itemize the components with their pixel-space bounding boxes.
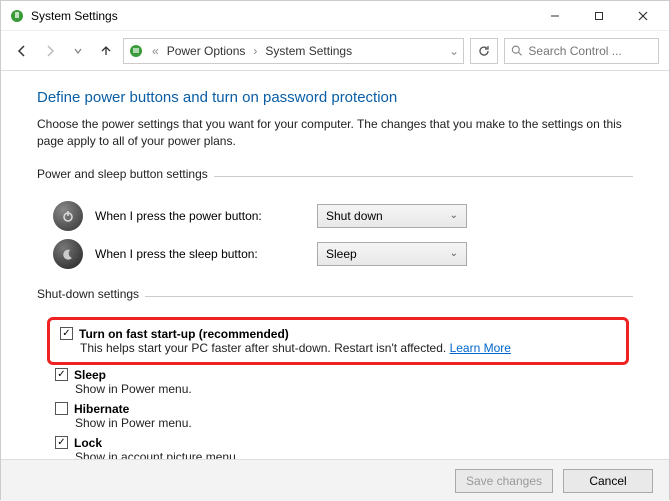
breadcrumb-sep-icon: « [150,44,161,58]
up-button[interactable] [95,40,117,62]
sleep-title: Sleep [74,368,106,382]
section-shutdown-label: Shut-down settings [37,287,139,301]
power-button-label: When I press the power button: [95,209,305,223]
address-bar[interactable]: « Power Options › System Settings ⌄ [123,38,464,64]
divider [145,296,633,297]
section-power-sleep-label: Power and sleep button settings [37,167,208,181]
chevron-down-icon[interactable]: ⌄ [449,44,459,58]
lock-checkbox[interactable]: ✓ [55,436,68,449]
sleep-item: ✓ Sleep Show in Power menu. [37,365,633,399]
content-area: Define power buttons and turn on passwor… [1,71,669,459]
hibernate-title: Hibernate [74,402,129,416]
sleep-icon [53,239,83,269]
chevron-right-icon: › [251,44,259,58]
breadcrumb-system-settings[interactable]: System Settings [265,44,352,58]
fast-startup-highlight: ✓ Turn on fast start-up (recommended) Th… [47,317,629,365]
page-heading: Define power buttons and turn on passwor… [37,89,633,106]
lock-title: Lock [74,436,102,450]
hibernate-item: Hibernate Show in Power menu. [37,399,633,433]
power-button-dropdown[interactable]: Shut down ⌄ [317,204,467,228]
fast-startup-checkbox[interactable]: ✓ [60,327,73,340]
close-button[interactable] [621,2,665,30]
lock-sub: Show in account picture menu. [55,450,633,459]
power-icon [53,201,83,231]
section-shutdown: Shut-down settings [37,287,633,307]
fast-startup-item: ✓ Turn on fast start-up (recommended) Th… [56,324,620,358]
forward-button[interactable] [39,40,61,62]
divider [214,176,633,177]
sleep-button-value: Sleep [326,247,357,261]
learn-more-link[interactable]: Learn More [450,341,511,355]
section-power-sleep: Power and sleep button settings [37,167,633,187]
sleep-checkbox[interactable]: ✓ [55,368,68,381]
sleep-button-label: When I press the sleep button: [95,247,305,261]
breadcrumb-power-options[interactable]: Power Options [167,44,246,58]
cancel-button[interactable]: Cancel [563,469,653,493]
lock-item: ✓ Lock Show in account picture menu. [37,433,633,459]
sleep-button-dropdown[interactable]: Sleep ⌄ [317,242,467,266]
shutdown-settings-list: ✓ Turn on fast start-up (recommended) Th… [37,317,633,459]
fast-startup-sub: This helps start your PC faster after sh… [60,341,620,355]
control-panel-icon [128,43,144,59]
chevron-down-icon: ⌄ [450,248,458,259]
refresh-button[interactable] [470,38,498,64]
search-input[interactable] [528,44,652,58]
footer: Save changes Cancel [1,459,669,501]
power-button-value: Shut down [326,209,383,223]
window-title: System Settings [31,9,118,23]
chevron-down-icon: ⌄ [450,210,458,221]
hibernate-sub: Show in Power menu. [55,416,633,430]
search-icon [511,44,522,57]
sleep-button-row: When I press the sleep button: Sleep ⌄ [37,235,633,273]
hibernate-checkbox[interactable] [55,402,68,415]
fast-startup-subtext: This helps start your PC faster after sh… [80,341,450,355]
maximize-button[interactable] [577,2,621,30]
power-button-row: When I press the power button: Shut down… [37,197,633,235]
search-box[interactable] [504,38,659,64]
recent-dropdown[interactable] [67,40,89,62]
sleep-sub: Show in Power menu. [55,382,633,396]
back-button[interactable] [11,40,33,62]
save-changes-button[interactable]: Save changes [455,469,553,493]
page-description: Choose the power settings that you want … [37,116,633,151]
fast-startup-title: Turn on fast start-up (recommended) [79,327,289,341]
minimize-button[interactable] [533,2,577,30]
titlebar: System Settings [1,1,669,31]
navbar: « Power Options › System Settings ⌄ [1,31,669,71]
app-icon [9,8,25,24]
